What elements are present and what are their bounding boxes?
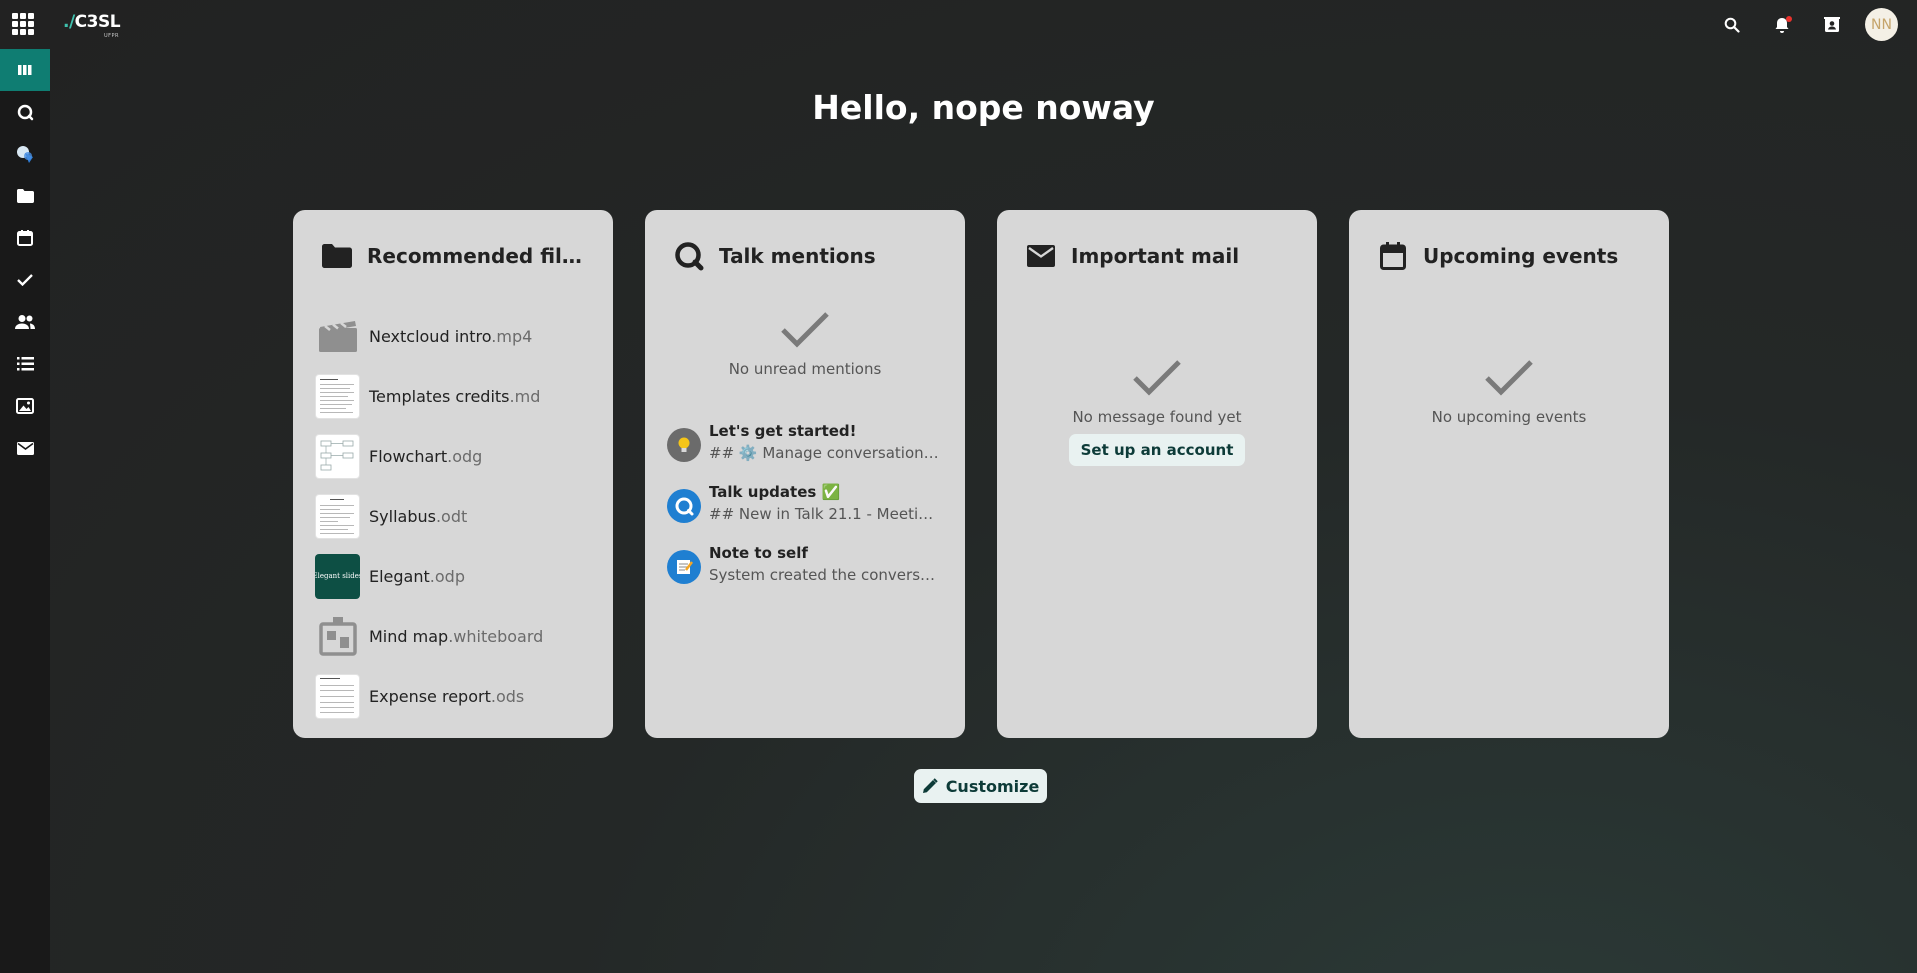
- user-avatar[interactable]: NN: [1865, 8, 1898, 41]
- widget-title[interactable]: Recommended fil…: [367, 244, 582, 268]
- contacts-icon[interactable]: [1807, 0, 1857, 49]
- important-mail-widget: Important mail No message found yet Set …: [997, 210, 1317, 738]
- video-icon: [315, 314, 360, 359]
- calendar-app-icon[interactable]: [0, 217, 50, 259]
- mail-icon: [1025, 240, 1057, 272]
- upcoming-events-widget: Upcoming events No upcoming events: [1349, 210, 1669, 738]
- app-menu-icon[interactable]: [12, 13, 34, 35]
- widget-header: Upcoming events: [1377, 238, 1618, 274]
- photos-app-icon[interactable]: [0, 133, 50, 175]
- dashboard-app-icon[interactable]: [0, 49, 50, 91]
- spreadsheet-thumbnail: [315, 673, 360, 719]
- lightbulb-icon: [667, 428, 701, 462]
- talk-icon: [667, 489, 701, 523]
- empty-state: No upcoming events: [1349, 358, 1669, 426]
- mention-item[interactable]: Note to self System created the convers…: [667, 542, 957, 603]
- dashboard-widgets: Recommended fil… Nextcloud intro.mp4 Tem…: [293, 210, 1670, 738]
- widget-title[interactable]: Important mail: [1071, 244, 1239, 268]
- note-icon: [667, 550, 701, 584]
- talk-icon: [673, 240, 705, 272]
- logo[interactable]: ./C3SL UFPR: [63, 12, 121, 39]
- file-item[interactable]: Syllabus.odt: [315, 486, 595, 546]
- document-thumbnail: [315, 493, 360, 539]
- empty-state: No message found yet Set up an account: [997, 358, 1317, 466]
- search-icon[interactable]: [1707, 0, 1757, 49]
- file-item[interactable]: Expense report.ods: [315, 666, 595, 726]
- tasks-app-icon[interactable]: [0, 259, 50, 301]
- deck-app-icon[interactable]: [0, 343, 50, 385]
- pencil-icon: [922, 778, 938, 793]
- mention-item[interactable]: Let's get started! ## ⚙️ Manage conversa…: [667, 420, 957, 481]
- checkmark-icon: [1485, 360, 1533, 396]
- talk-app-icon[interactable]: [0, 91, 50, 133]
- talk-mentions-widget: Talk mentions No unread mentions Let's g…: [645, 210, 965, 738]
- greeting-heading: Hello, nope noway: [812, 88, 1155, 127]
- app-sidebar: [0, 49, 50, 973]
- file-item[interactable]: Flowchart.odg: [315, 426, 595, 486]
- file-item[interactable]: Mind map.whiteboard: [315, 606, 595, 666]
- widget-header: Recommended fil…: [321, 238, 582, 274]
- checkmark-icon: [781, 312, 829, 348]
- customize-button[interactable]: Customize: [914, 769, 1047, 803]
- widget-title[interactable]: Upcoming events: [1423, 244, 1618, 268]
- whiteboard-icon: [315, 614, 360, 659]
- file-list: Nextcloud intro.mp4 Templates credits.md…: [315, 306, 595, 726]
- widget-header: Talk mentions: [673, 238, 876, 274]
- recommended-files-widget: Recommended fil… Nextcloud intro.mp4 Tem…: [293, 210, 613, 738]
- folder-icon: [321, 240, 353, 272]
- presentation-thumbnail: Elegant slides: [315, 553, 360, 599]
- mention-list: Let's get started! ## ⚙️ Manage conversa…: [667, 420, 957, 603]
- contacts-app-icon[interactable]: [0, 301, 50, 343]
- empty-text: No unread mentions: [728, 360, 882, 378]
- file-item[interactable]: Templates credits.md: [315, 366, 595, 426]
- file-item[interactable]: Elegant slides Elegant.odp: [315, 546, 595, 606]
- mention-item[interactable]: Talk updates ✅ ## New in Talk 21.1 - Mee…: [667, 481, 957, 542]
- document-thumbnail: [315, 373, 360, 419]
- top-bar: ./C3SL UFPR NN: [0, 0, 1917, 49]
- file-item[interactable]: Nextcloud intro.mp4: [315, 306, 595, 366]
- empty-text: No message found yet: [1072, 408, 1242, 426]
- checkmark-icon: [1133, 360, 1181, 396]
- notifications-bell-icon[interactable]: [1757, 0, 1807, 49]
- widget-header: Important mail: [1025, 238, 1239, 274]
- notification-dot: [1786, 16, 1792, 22]
- widget-title[interactable]: Talk mentions: [719, 244, 876, 268]
- mail-app-icon[interactable]: [0, 427, 50, 469]
- files-app-icon[interactable]: [0, 175, 50, 217]
- empty-text: No upcoming events: [1431, 408, 1587, 426]
- empty-state: No unread mentions: [645, 310, 965, 378]
- calendar-icon: [1377, 240, 1409, 272]
- photos-gallery-app-icon[interactable]: [0, 385, 50, 427]
- setup-account-button[interactable]: Set up an account: [1068, 434, 1246, 466]
- flowchart-thumbnail: [315, 433, 360, 479]
